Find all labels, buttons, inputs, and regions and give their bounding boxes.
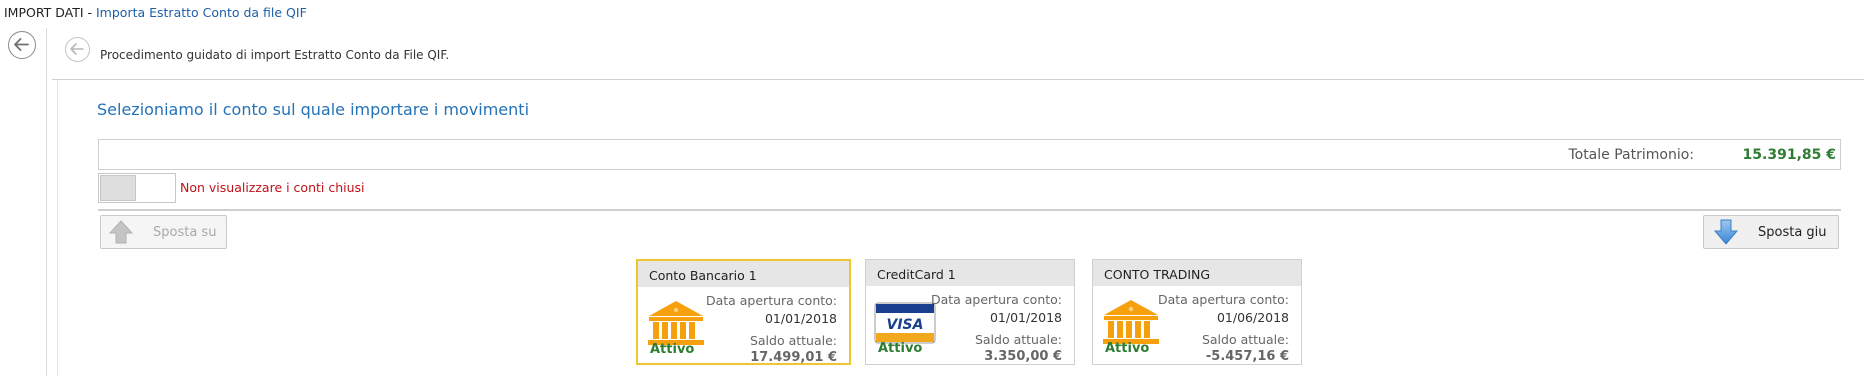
divider bbox=[98, 209, 1841, 211]
hide-closed-accounts-label: Non visualizzare i conti chiusi bbox=[180, 180, 365, 195]
arrow-left-icon bbox=[70, 43, 84, 55]
account-name: Conto Bancario 1 bbox=[649, 268, 757, 283]
window-title-prefix: IMPORT DATI - bbox=[4, 5, 96, 20]
arrow-left-icon bbox=[14, 38, 29, 51]
balance-value: 17.499,01 € bbox=[750, 350, 837, 365]
main-back-button[interactable] bbox=[8, 31, 36, 59]
content-divider bbox=[57, 80, 58, 376]
move-up-button[interactable]: Sposta su bbox=[100, 215, 227, 249]
window-title: IMPORT DATI - Importa Estratto Conto da … bbox=[4, 5, 307, 20]
total-assets-label: Totale Patrimonio: bbox=[1568, 147, 1694, 163]
balance-value: -5.457,16 € bbox=[1205, 349, 1289, 364]
toggle-knob bbox=[100, 175, 136, 201]
arrow-up-icon bbox=[108, 220, 134, 244]
total-assets-value: 15.391,85 € bbox=[1742, 147, 1836, 163]
balance-label: Saldo attuale: bbox=[974, 332, 1062, 347]
open-date-value: 01/01/2018 bbox=[989, 310, 1062, 325]
wizard-description: Procedimento guidato di import Estratto … bbox=[100, 48, 450, 62]
wizard-back-button[interactable] bbox=[65, 37, 90, 62]
account-status: Attivo bbox=[650, 342, 695, 357]
svg-text:VISA: VISA bbox=[887, 317, 924, 333]
bank-icon bbox=[648, 301, 704, 345]
open-date-label: Data apertura conto: bbox=[930, 292, 1062, 307]
left-rail bbox=[0, 28, 47, 376]
open-date-label: Data apertura conto: bbox=[705, 293, 837, 308]
account-card[interactable]: CreditCard 1 VISA Attivo Data apertura c… bbox=[865, 259, 1075, 365]
account-card[interactable]: Conto Bancario 1 Attivo Data apertura co… bbox=[636, 259, 851, 365]
open-date-label: Data apertura conto: bbox=[1157, 292, 1289, 307]
move-down-label: Sposta giu bbox=[1758, 225, 1827, 240]
account-status: Attivo bbox=[878, 341, 923, 356]
window-titlebar: IMPORT DATI - Importa Estratto Conto da … bbox=[0, 0, 1864, 26]
bank-icon bbox=[1103, 300, 1159, 344]
page-heading: Selezioniamo il conto sul quale importar… bbox=[97, 100, 530, 119]
open-date-value: 01/01/2018 bbox=[764, 311, 837, 326]
open-date-value: 01/06/2018 bbox=[1216, 310, 1289, 325]
arrow-down-icon bbox=[1713, 219, 1739, 245]
hide-closed-accounts-toggle[interactable] bbox=[98, 173, 176, 203]
account-card[interactable]: CONTO TRADING Attivo Data apertura conto… bbox=[1092, 259, 1302, 365]
total-assets-bar: Totale Patrimonio: 15.391,85 € bbox=[98, 139, 1841, 170]
balance-value: 3.350,00 € bbox=[984, 349, 1062, 364]
balance-label: Saldo attuale: bbox=[749, 333, 837, 348]
visa-card-icon: VISA bbox=[874, 302, 936, 344]
window-title-name: Importa Estratto Conto da file QIF bbox=[96, 5, 307, 20]
account-name: CONTO TRADING bbox=[1104, 267, 1211, 282]
balance-label: Saldo attuale: bbox=[1201, 332, 1289, 347]
account-name: CreditCard 1 bbox=[877, 267, 956, 282]
account-status: Attivo bbox=[1105, 341, 1150, 356]
move-up-label: Sposta su bbox=[153, 225, 217, 240]
wizard-header: Procedimento guidato di import Estratto … bbox=[52, 31, 1864, 80]
move-down-button[interactable]: Sposta giu bbox=[1703, 215, 1839, 249]
